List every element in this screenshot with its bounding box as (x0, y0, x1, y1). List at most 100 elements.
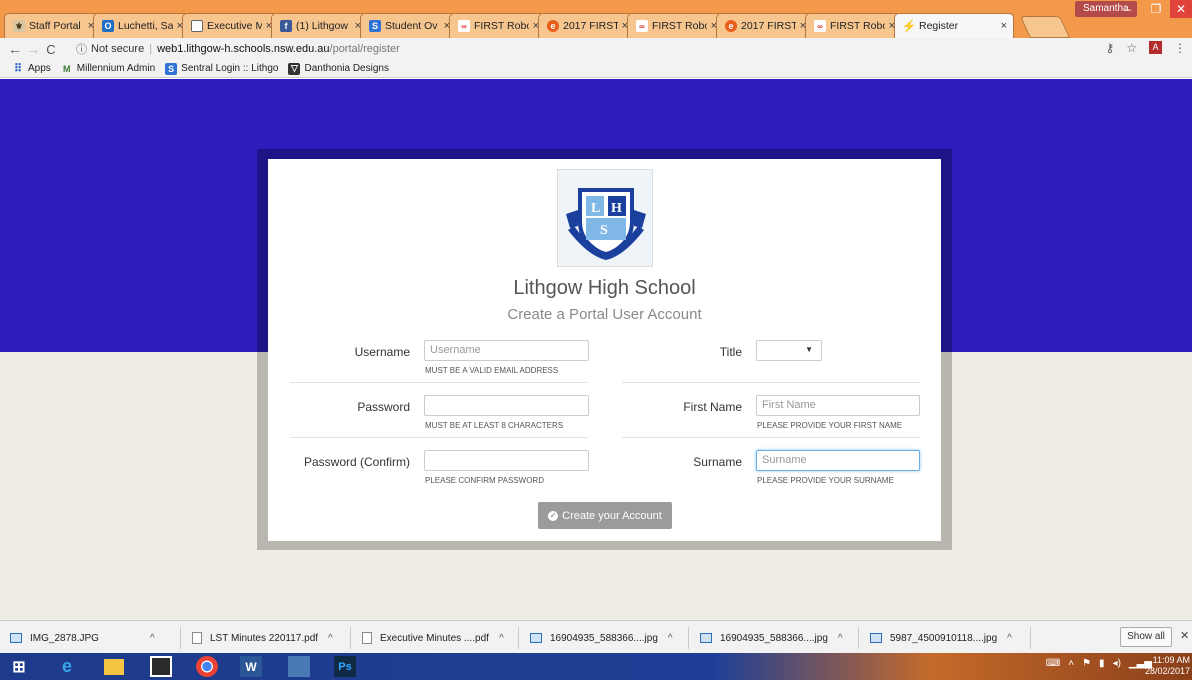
download-item[interactable]: Executive Minutes ....pdf ^ (362, 629, 504, 647)
tab-first-robotics[interactable]: ∞ FIRST Robo × (805, 13, 902, 38)
title-label: Title (719, 345, 742, 359)
minimize-icon[interactable]: – (1114, 0, 1142, 18)
download-item[interactable]: 16904935_588366....jpg ^ (530, 629, 673, 647)
tab-student-overview[interactable]: S Student Ov × (360, 13, 457, 38)
download-filename: 16904935_588366....jpg (720, 632, 828, 644)
window-controls: – ❐ ✕ (1114, 0, 1192, 18)
show-all-button[interactable]: Show all (1120, 627, 1172, 647)
first-robotics-icon: ∞ (636, 20, 648, 32)
download-filename: 16904935_588366....jpg (550, 632, 658, 644)
back-arrow-icon[interactable]: ← (6, 41, 24, 57)
photos-icon[interactable] (288, 656, 310, 677)
surname-input[interactable]: Surname (756, 450, 920, 471)
chevron-up-icon[interactable]: ^ (150, 633, 155, 644)
svg-text:H: H (611, 201, 622, 216)
create-account-button[interactable]: ✓ Create your Account (538, 502, 672, 529)
tab-2017-first[interactable]: e 2017 FIRST × (716, 13, 813, 38)
tab-staff-portal[interactable]: ⚜ Staff Portal × (4, 13, 101, 38)
surname-label: Surname (693, 455, 742, 469)
title-select[interactable]: ▼ (756, 340, 822, 361)
tab-list: ⚜ Staff Portal × O Luchetti, Sa × Executive … (4, 13, 1014, 38)
close-icon[interactable]: × (1001, 20, 1007, 32)
volume-icon[interactable]: ◂) (1113, 658, 1121, 669)
file-explorer-icon[interactable] (104, 659, 124, 675)
tab-register[interactable]: ⚡ Register × (894, 13, 1014, 38)
first-robotics-icon: ∞ (814, 20, 826, 32)
first-name-hint: PLEASE PROVIDE YOUR FIRST NAME (757, 421, 903, 430)
image-file-icon (870, 633, 882, 643)
key-icon[interactable]: ⚷ (1105, 41, 1114, 55)
password-input[interactable] (424, 395, 589, 416)
tab-first-robotics[interactable]: ∞ FIRST Robo × (449, 13, 546, 38)
divider (518, 627, 519, 649)
system-tray: ⌨ ˄ ⚑ ▮ ◂) ▁▃▅ (1046, 658, 1152, 669)
chevron-up-icon[interactable]: ^ (328, 633, 333, 644)
bookmark-label: Danthonia Designs (304, 63, 389, 74)
chevron-up-icon[interactable]: ˄ (1068, 658, 1074, 669)
tab-facebook[interactable]: f (1) Lithgow × (271, 13, 368, 38)
sentral-icon: S (369, 20, 381, 32)
bookmark-label: Millennium Admin (76, 63, 156, 74)
bookmark-millennium-admin[interactable]: M Millennium Admin (61, 63, 155, 75)
address-bar[interactable]: ⓘ Not secure | web1.lithgow-h.schools.ns… (76, 40, 1086, 58)
window-close-icon[interactable]: ✕ (1170, 0, 1192, 18)
tab-outlook[interactable]: O Luchetti, Sa × (93, 13, 190, 38)
divider (688, 627, 689, 649)
tab-label: Executive M (207, 20, 262, 32)
download-filename: IMG_2878.JPG (30, 632, 99, 644)
registration-card: L H S Lithgow High School Create a Porta… (268, 159, 941, 541)
new-tab-button[interactable] (1019, 16, 1071, 38)
password-confirm-input[interactable] (424, 450, 589, 471)
image-file-icon (10, 633, 22, 643)
download-item[interactable]: IMG_2878.JPG ^ (10, 629, 155, 647)
tab-2017-first[interactable]: e 2017 FIRST × (538, 13, 635, 38)
tab-first-robotics[interactable]: ∞ FIRST Robo × (627, 13, 724, 38)
chevron-up-icon[interactable]: ^ (838, 633, 843, 644)
bookmark-danthonia[interactable]: ▽ Danthonia Designs (288, 62, 389, 75)
bookmark-apps[interactable]: ⠿ Apps (12, 63, 51, 75)
tab-label: Staff Portal (29, 20, 81, 32)
info-icon[interactable]: ⓘ (76, 41, 87, 57)
photoshop-icon[interactable]: Ps (334, 656, 356, 677)
chevron-up-icon[interactable]: ^ (1007, 633, 1012, 644)
download-item[interactable]: 16904935_588366....jpg ^ (700, 629, 843, 647)
taskbar-clock[interactable]: 11:09 AM 28/02/2017 (1145, 655, 1190, 677)
school-crest-icon: ⚜ (13, 20, 25, 32)
battery-icon[interactable]: ▮ (1099, 658, 1105, 669)
bookmark-sentral-login[interactable]: S Sentral Login :: Lithgo (165, 62, 278, 75)
keyboard-icon[interactable]: ⌨ (1046, 658, 1060, 669)
internet-explorer-icon[interactable]: e (56, 656, 78, 677)
tab-label: 2017 FIRST (741, 20, 796, 32)
first-name-label: First Name (683, 400, 742, 414)
chevron-up-icon[interactable]: ^ (668, 633, 673, 644)
chevron-up-icon[interactable]: ^ (499, 633, 504, 644)
download-filename: Executive Minutes ....pdf (380, 632, 489, 644)
windows-start-icon[interactable]: ⊞ (8, 656, 30, 677)
bookmark-label: Apps (28, 63, 51, 74)
password-hint: MUST BE AT LEAST 8 CHARACTERS (425, 421, 564, 430)
reload-icon[interactable]: C (42, 42, 60, 57)
windows-taskbar: ⊞ e W Ps ⌨ ˄ ⚑ ▮ ◂) ▁▃▅ 11:09 AM 28/02/2… (0, 653, 1192, 680)
image-file-icon (700, 633, 712, 643)
first-name-input[interactable]: First Name (756, 395, 920, 416)
school-name-heading: Lithgow High School (513, 277, 696, 299)
tab-executive[interactable]: Executive M × (182, 13, 279, 38)
flag-icon[interactable]: ⚑ (1082, 658, 1091, 669)
acrobat-icon[interactable]: A (1149, 41, 1162, 54)
star-icon[interactable]: ☆ (1126, 41, 1137, 55)
restore-icon[interactable]: ❐ (1142, 0, 1170, 18)
tab-label: Register (919, 20, 959, 32)
browser-toolbar: ← → C ⓘ Not secure | web1.lithgow-h.scho… (0, 38, 1192, 60)
menu-dots-icon[interactable]: ⋮ (1174, 41, 1186, 55)
download-item[interactable]: 5987_4500910118....jpg ^ (870, 629, 1012, 647)
divider (622, 437, 920, 438)
username-input[interactable]: Username (424, 340, 589, 361)
download-item[interactable]: LST Minutes 220117.pdf ^ (192, 629, 333, 647)
address-divider: | (149, 43, 153, 55)
word-icon[interactable]: W (240, 656, 262, 677)
store-icon[interactable] (150, 656, 172, 677)
forward-arrow-icon[interactable]: → (24, 41, 42, 57)
clock-time: 11:09 AM (1152, 655, 1190, 665)
chrome-icon[interactable] (196, 656, 218, 677)
close-icon[interactable]: ✕ (1180, 629, 1189, 642)
